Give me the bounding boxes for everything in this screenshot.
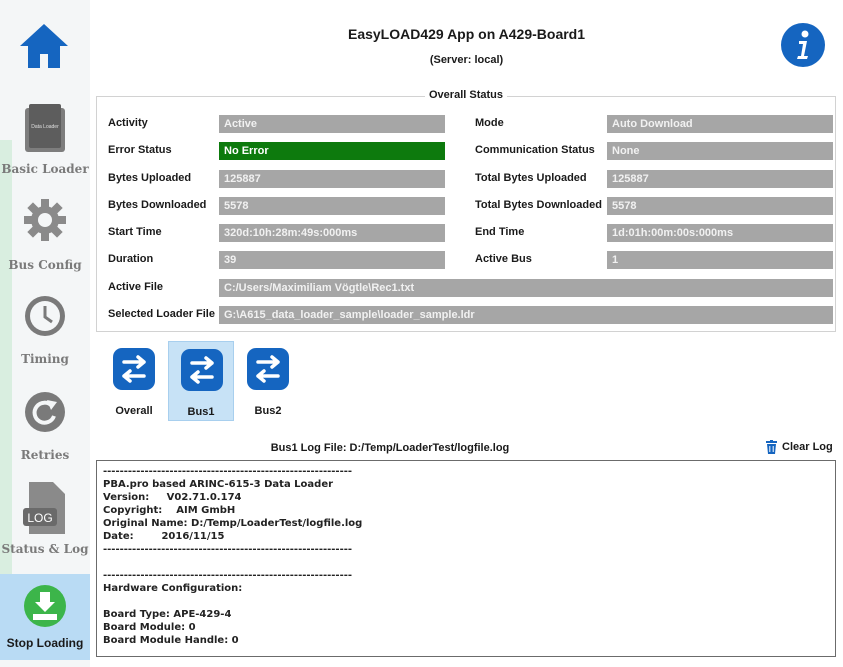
total-bytes-uploaded-label: Total Bytes Uploaded [475,172,587,184]
sidebar-item-timing[interactable]: Timing [0,290,90,386]
sidebar-item-bus-config[interactable]: Bus Config [0,196,90,292]
log-line: ----------------------------------------… [103,466,353,477]
log-line: ----------------------------------------… [103,544,353,555]
swap-arrows-icon [247,348,289,390]
bus2-button[interactable]: Bus2 [235,341,301,421]
sidebar-item-label: Status & Log [1,542,89,556]
folder-icon-text: Data Loader [31,124,59,130]
swap-arrows-icon [181,349,223,391]
selected-loader-file-field: G:\A615_data_loader_sample\loader_sample… [219,306,833,324]
clear-log-button[interactable]: Clear Log [766,440,833,454]
info-button[interactable] [780,22,826,68]
error-status-label: Error Status [108,144,172,156]
log-line: Hardware Configuration: [103,583,243,594]
activity-label: Activity [108,117,148,129]
sidebar-item-label: Bus Config [8,258,82,272]
log-line: Version: V02.71.0.174 [103,492,242,503]
sidebar-item-basic-loader[interactable]: Data Loader Basic Loader [0,100,90,196]
log-line: Copyright: AIM GmbH [103,505,236,516]
download-stop-icon [24,585,66,627]
error-status-field: No Error [219,142,445,160]
duration-field: 39 [219,251,445,269]
activity-field: Active [219,115,445,133]
log-line: PBA.pro based ARINC-615-3 Data Loader [103,479,334,490]
page-title: EasyLOAD429 App on A429-Board1 [347,26,586,42]
folder-icon: Data Loader [25,104,65,152]
bus1-button[interactable]: Bus1 [168,341,234,421]
gear-icon [24,199,66,241]
sidebar: Data Loader Basic Loader Bus Config Timi… [0,0,90,667]
start-time-label: Start Time [108,226,162,238]
sidebar-item-retries[interactable]: Retries [0,386,90,482]
active-bus-field: 1 [607,251,833,269]
log-line: Date: 2016/11/15 [103,531,225,542]
sidebar-item-label: Retries [20,448,70,462]
overall-button-label: Overall [115,405,153,417]
sidebar-item-stop-loading[interactable]: Stop Loading [0,574,90,660]
clear-log-label: Clear Log [782,441,833,453]
log-file-title: Bus1 Log File: D:/Temp/LoaderTest/logfil… [270,442,510,454]
end-time-label: End Time [475,226,525,238]
active-bus-label: Active Bus [475,253,532,265]
sidebar-item-label: Stop Loading [6,636,84,650]
active-file-label: Active File [108,281,164,293]
total-bytes-uploaded-field: 125887 [607,170,833,188]
communication-status-label: Communication Status [475,144,595,156]
bus1-button-label: Bus1 [187,406,215,418]
page-subtitle: (Server: local) [429,54,504,66]
log-line: Board Module: 0 [103,622,196,633]
log-line: ----------------------------------------… [103,570,353,581]
info-icon [781,23,825,67]
group-title: Overall Status [97,89,835,101]
log-line: Board Module Handle: 0 [103,635,239,646]
retry-icon [25,392,65,432]
active-file-field: C:/Users/Maximiliam Vögtle\Rec1.txt [219,279,833,297]
bus2-button-label: Bus2 [254,405,282,417]
bytes-uploaded-label: Bytes Uploaded [108,172,192,184]
sidebar-item-status-log[interactable]: LOG Status & Log [0,480,90,576]
selected-loader-file-label: Selected Loader File [108,308,215,320]
log-text-area[interactable]: ----------------------------------------… [96,460,836,657]
home-icon [20,24,68,68]
bytes-uploaded-field: 125887 [219,170,445,188]
mode-label: Mode [475,117,504,129]
duration-label: Duration [108,253,154,265]
mode-field: Auto Download [607,115,833,133]
trash-icon [766,440,777,454]
total-bytes-downloaded-field: 5578 [607,197,833,215]
sidebar-item-label: Timing [21,352,69,366]
end-time-field: 1d:01h:00m:00s:000ms [607,224,833,242]
bytes-downloaded-label: Bytes Downloaded [108,199,207,211]
log-file-icon: LOG [23,482,65,534]
bytes-downloaded-field: 5578 [219,197,445,215]
log-line: Board Type: APE-429-4 [103,609,232,620]
overall-button[interactable]: Overall [101,341,167,421]
swap-arrows-icon [113,348,155,390]
clock-icon [25,296,65,336]
home-button[interactable] [16,18,72,74]
overall-status-group: Overall Status Activity Active Error Sta… [96,89,836,332]
start-time-field: 320d:10h:28m:49s:000ms [219,224,445,242]
log-icon-text: LOG [27,511,52,525]
log-line: Original Name: D:/Temp/LoaderTest/logfil… [103,518,363,529]
communication-status-field: None [607,142,833,160]
sidebar-item-label: Basic Loader [1,162,89,176]
total-bytes-downloaded-label: Total Bytes Downloaded [475,199,602,211]
